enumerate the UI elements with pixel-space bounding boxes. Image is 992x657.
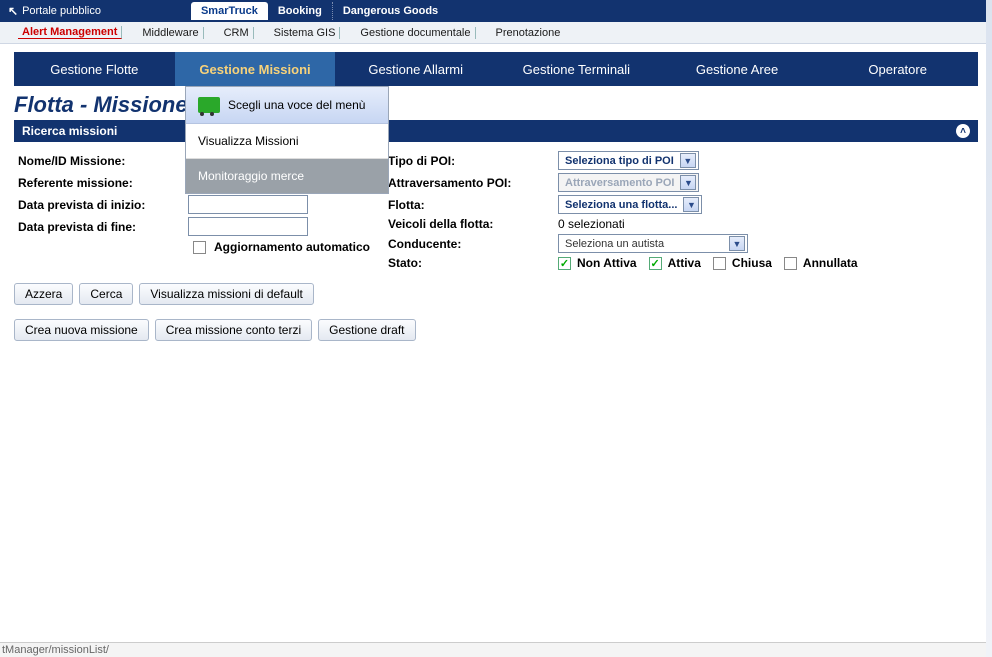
nav-gestione-flotte[interactable]: Gestione Flotte (14, 52, 175, 86)
tab-booking[interactable]: Booking (268, 2, 333, 20)
chevron-down-icon: ▼ (680, 175, 696, 190)
checkbox-annullata[interactable] (784, 257, 797, 270)
select-attraversamento-poi: Attraversamento POI ▼ (558, 173, 699, 192)
select-tipo-poi[interactable]: Seleziona tipo di POI ▼ (558, 151, 699, 170)
chevron-down-icon: ▼ (683, 197, 699, 212)
crea-missione-conto-terzi-button[interactable]: Crea missione conto terzi (155, 319, 312, 341)
scrollbar-vertical[interactable] (986, 0, 992, 657)
nav-prenotazione[interactable]: Prenotazione (492, 27, 565, 39)
label-flotta: Flotta: (388, 198, 558, 212)
back-arrow-icon: ↖ (8, 4, 18, 18)
nav-operatore[interactable]: Operatore (817, 52, 978, 86)
dropdown-monitoraggio-merce[interactable]: Monitoraggio merce (186, 159, 388, 193)
label-data-fine: Data prevista di fine: (18, 220, 188, 234)
label-conducente: Conducente: (388, 237, 558, 251)
chevron-down-icon: ▼ (729, 236, 745, 251)
checkbox-non-attiva[interactable]: ✓ (558, 257, 571, 270)
main-nav: Gestione Flotte Gestione Missioni Gestio… (14, 52, 978, 86)
nav-alert-management[interactable]: Alert Management (18, 26, 122, 39)
checkbox-attiva[interactable]: ✓ (649, 257, 662, 270)
nav-gestione-missioni[interactable]: Gestione Missioni (175, 52, 336, 86)
select-flotta[interactable]: Seleziona una flotta... ▼ (558, 195, 702, 214)
dropdown-header: Scegli una voce del menù (186, 87, 388, 124)
nav-middleware[interactable]: Middleware (138, 27, 203, 39)
nav-gestione-documentale[interactable]: Gestione documentale (356, 27, 475, 39)
crea-nuova-missione-button[interactable]: Crea nuova missione (14, 319, 149, 341)
checkbox-chiusa[interactable] (713, 257, 726, 270)
portale-pubblico-label: Portale pubblico (22, 5, 101, 17)
label-non-attiva: Non Attiva (577, 256, 637, 270)
chevron-down-icon: ▼ (680, 153, 696, 168)
label-chiusa: Chiusa (732, 256, 772, 270)
label-veicoli-flotta: Veicoli della flotta: (388, 217, 558, 231)
gestione-draft-button[interactable]: Gestione draft (318, 319, 415, 341)
label-nome-id-missione: Nome/ID Missione: (18, 154, 188, 168)
truck-icon (198, 97, 220, 113)
visualizza-default-button[interactable]: Visualizza missioni di default (139, 283, 314, 305)
panel-header: Ricerca missioni ˄ (14, 120, 978, 142)
select-attraversamento-poi-value: Attraversamento POI (565, 177, 674, 189)
tab-smartruck[interactable]: SmarTruck (191, 2, 268, 20)
panel-header-label: Ricerca missioni (22, 124, 117, 138)
status-bar: tManager/missionList/ (0, 642, 992, 657)
nav-gestione-aree[interactable]: Gestione Aree (657, 52, 818, 86)
checkbox-aggiornamento-automatico[interactable] (193, 241, 206, 254)
gestione-missioni-dropdown: Scegli una voce del menù Visualizza Miss… (185, 86, 389, 194)
select-tipo-poi-value: Seleziona tipo di POI (565, 155, 674, 167)
dropdown-header-label: Scegli una voce del menù (228, 98, 365, 112)
label-referente-missione: Referente missione: (18, 176, 188, 190)
azzera-button[interactable]: Azzera (14, 283, 73, 305)
nav-gestione-terminali[interactable]: Gestione Terminali (496, 52, 657, 86)
nav-crm[interactable]: CRM (220, 27, 254, 39)
value-veicoli-flotta: 0 selezionati (558, 217, 625, 231)
page-title: Flotta - Missione (14, 92, 978, 118)
input-data-inizio[interactable] (188, 195, 308, 214)
select-flotta-value: Seleziona una flotta... (565, 199, 677, 211)
dropdown-visualizza-missioni[interactable]: Visualizza Missioni (186, 124, 388, 159)
cerca-button[interactable]: Cerca (79, 283, 133, 305)
input-data-fine[interactable] (188, 217, 308, 236)
portale-pubblico-link[interactable]: ↖ Portale pubblico (8, 4, 101, 18)
label-attraversamento-poi: Attraversamento POI: (388, 176, 558, 190)
nav-sistema-gis[interactable]: Sistema GIS (270, 27, 341, 39)
select-conducente[interactable]: Seleziona un autista ▼ (558, 234, 748, 253)
tab-dangerous-goods[interactable]: Dangerous Goods (333, 2, 448, 20)
nav-gestione-allarmi[interactable]: Gestione Allarmi (335, 52, 496, 86)
label-stato: Stato: (388, 256, 558, 270)
label-attiva: Attiva (668, 256, 701, 270)
select-conducente-value: Seleziona un autista (565, 238, 664, 250)
label-aggiornamento-automatico: Aggiornamento automatico (214, 240, 370, 254)
dropdown-item-label: Visualizza Missioni (198, 134, 298, 148)
label-data-inizio: Data prevista di inizio: (18, 198, 188, 212)
label-annullata: Annullata (803, 256, 858, 270)
secondary-nav: Alert Management Middleware CRM Sistema … (0, 22, 992, 44)
label-tipo-poi: Tipo di POI: (388, 154, 558, 168)
dropdown-item-label: Monitoraggio merce (198, 169, 304, 183)
collapse-icon[interactable]: ˄ (956, 124, 970, 138)
